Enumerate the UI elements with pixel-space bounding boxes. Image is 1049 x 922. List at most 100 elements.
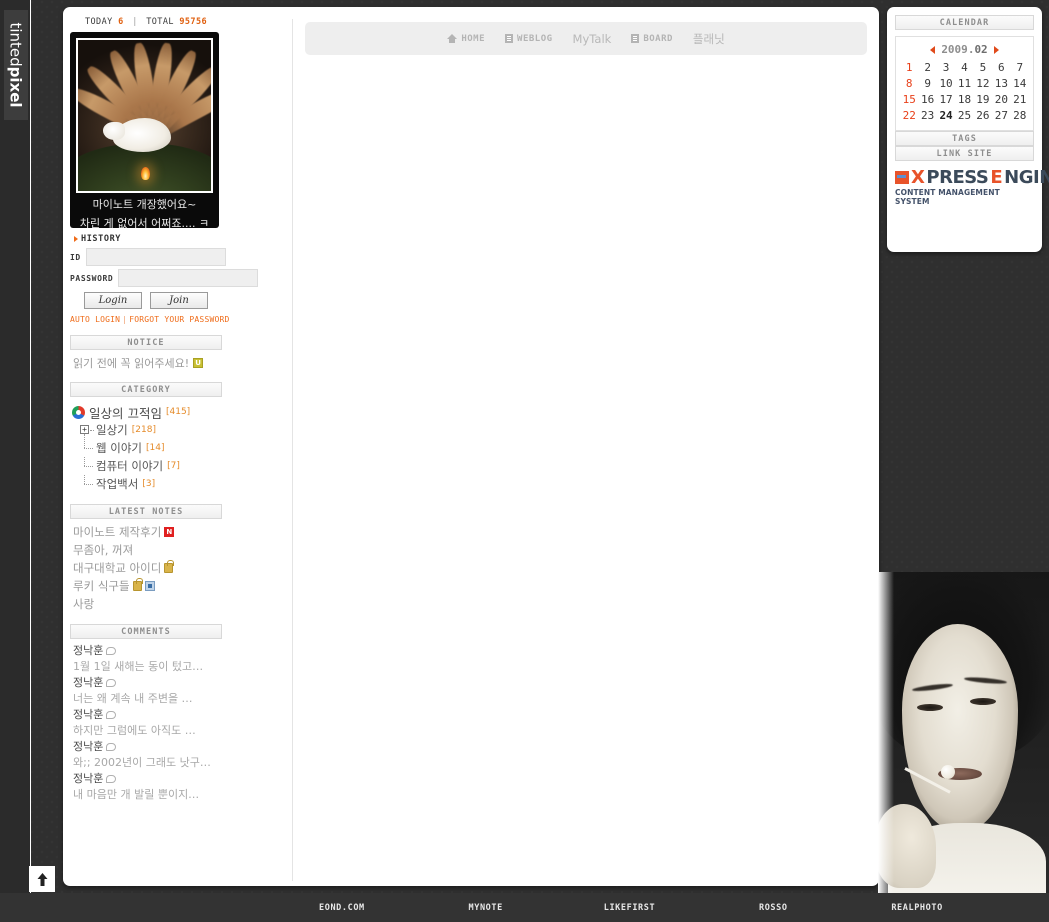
- nav-item-board[interactable]: BOARD: [631, 34, 673, 44]
- new-badge-icon: N: [164, 527, 175, 537]
- nav-item-weblog[interactable]: WEBLOG: [505, 34, 553, 44]
- bottom-nav-item-likefirst[interactable]: LIKEFIRST: [558, 903, 702, 913]
- xe-press: PRESS: [926, 167, 989, 188]
- nav-item-weblog-label: WEBLOG: [517, 33, 553, 44]
- category-item-1[interactable]: 웹 이야기 [14]: [72, 439, 222, 457]
- total-label: TOTAL: [146, 17, 174, 27]
- calendar-day[interactable]: 16: [918, 93, 936, 106]
- category-item-2-count: [7]: [167, 461, 180, 471]
- nav-item-home[interactable]: HOME: [447, 34, 485, 44]
- calendar-day[interactable]: 23: [918, 109, 936, 122]
- password-input[interactable]: [118, 269, 259, 287]
- next-month-arrow-icon[interactable]: [993, 45, 999, 54]
- prev-month-arrow-icon[interactable]: [930, 45, 936, 54]
- profile-banner[interactable]: 마이노트 개장했어요~ 차린 게 없어서 어쩌죠.... ㅋ: [70, 32, 219, 228]
- auto-login-link[interactable]: AUTO LOGIN: [70, 315, 120, 324]
- calendar-day[interactable]: 20: [992, 93, 1010, 106]
- comment-entry[interactable]: 정낙훈 너는 왜 계속 내 주변을 …: [73, 675, 222, 707]
- calendar-day[interactable]: 10: [937, 77, 955, 90]
- calendar-day[interactable]: 6: [992, 61, 1010, 74]
- expand-toggle-icon[interactable]: +: [80, 425, 89, 434]
- calendar-day[interactable]: 4: [955, 61, 973, 74]
- content-area: HOME WEBLOG MyTalk BOARD 플래닛: [293, 7, 879, 886]
- bottom-nav-item-realphoto[interactable]: REALPHOTO: [845, 903, 989, 913]
- xe-e: E: [990, 167, 1003, 188]
- document-icon: [505, 34, 514, 43]
- nav-item-planet[interactable]: 플래닛: [693, 31, 725, 47]
- list-item[interactable]: 마이노트 제작후기 N: [73, 523, 222, 541]
- forgot-password-link[interactable]: FORGOT YOUR PASSWORD: [129, 315, 229, 324]
- calendar-day[interactable]: 8: [900, 77, 918, 90]
- list-item[interactable]: 루키 식구들: [73, 577, 222, 595]
- comment-entry[interactable]: 정낙훈 내 마음만 개 발릴 뿐이지…: [73, 771, 222, 803]
- comment-bubble-icon: [106, 647, 117, 655]
- category-header: CATEGORY: [70, 382, 222, 397]
- join-button[interactable]: Join: [150, 292, 208, 309]
- category-tree: 일상의 끄적임 [415] + 일상기 [218] 웹 이야기 [14] 컴퓨터…: [70, 397, 222, 493]
- calendar-month: 02: [974, 43, 988, 56]
- category-item-3[interactable]: 작업백서 [3]: [72, 475, 222, 493]
- category-item-1-label: 웹 이야기: [96, 441, 142, 455]
- tree-branch-icon: [80, 439, 96, 457]
- login-button[interactable]: Login: [84, 292, 142, 309]
- link-site-header: LINK SITE: [895, 146, 1034, 161]
- category-item-0[interactable]: + 일상기 [218]: [72, 421, 222, 444]
- calendar-day[interactable]: 17: [937, 93, 955, 106]
- xe-mark-icon: [895, 171, 909, 184]
- calendar-day[interactable]: 28: [1011, 109, 1029, 122]
- bottom-navigation: EOND.COM MYNOTE LIKEFIRST ROSSO REALPHOT…: [0, 893, 1049, 922]
- calendar-day[interactable]: 27: [992, 109, 1010, 122]
- list-item[interactable]: 대구대학교 아이디: [73, 559, 222, 577]
- calendar-day-today[interactable]: 24: [937, 109, 955, 122]
- note-title: 사랑: [73, 597, 95, 611]
- calendar-day[interactable]: 19: [974, 93, 992, 106]
- category-item-1-count: [14]: [145, 443, 165, 453]
- calendar-day[interactable]: 12: [974, 77, 992, 90]
- bottom-nav-item-mynote[interactable]: MYNOTE: [414, 903, 558, 913]
- site-logo[interactable]: tintedpixel: [4, 10, 28, 120]
- list-item[interactable]: 무좀아, 꺼져: [73, 541, 222, 559]
- visitor-counter: TODAY 6 | TOTAL 95756: [70, 13, 222, 32]
- calendar-year: 2009: [941, 43, 968, 56]
- notice-item[interactable]: 읽기 전에 꼭 읽어주세요! U: [70, 350, 222, 371]
- calendar-day[interactable]: 5: [974, 61, 992, 74]
- calendar-day[interactable]: 26: [974, 109, 992, 122]
- calendar-grid: 1 2 3 4 5 6 7 8 9 10 11 12 13 14 15 16 1…: [900, 61, 1029, 122]
- calendar-day[interactable]: 7: [1011, 61, 1029, 74]
- calendar-day[interactable]: 13: [992, 77, 1010, 90]
- calendar-day[interactable]: 11: [955, 77, 973, 90]
- xpressengine-logo[interactable]: XPRESS ENGINE CONTENT MANAGEMENT SYSTEM: [895, 167, 1049, 206]
- calendar-day[interactable]: 1: [900, 61, 918, 74]
- comment-entry[interactable]: 정낙훈 와;; 2002년이 그래도 낫구…: [73, 739, 222, 771]
- comment-entry[interactable]: 정낙훈 하지만 그럼에도 아직도 …: [73, 707, 222, 739]
- banner-illustration: [76, 38, 213, 193]
- comment-author: 정낙훈: [73, 740, 104, 753]
- calendar-day[interactable]: 2: [918, 61, 936, 74]
- category-item-2[interactable]: 컴퓨터 이야기 [7]: [72, 457, 222, 475]
- calendar-day[interactable]: 14: [1011, 77, 1029, 90]
- history-link[interactable]: HISTORY: [70, 228, 222, 248]
- calendar-day[interactable]: 25: [955, 109, 973, 122]
- category-item-3-label: 작업백서: [96, 477, 139, 491]
- calendar-day[interactable]: 3: [937, 61, 955, 74]
- nav-item-board-label: BOARD: [643, 33, 673, 44]
- notice-badge-icon: U: [193, 358, 204, 368]
- page-root: tintedpixel TODAY 6 | TOTAL 95756 마이노트 개…: [0, 0, 1049, 922]
- calendar-day[interactable]: 18: [955, 93, 973, 106]
- calendar-day[interactable]: 21: [1011, 93, 1029, 106]
- calendar-day[interactable]: 22: [900, 109, 918, 122]
- help-divider: |: [122, 315, 128, 324]
- calendar-day[interactable]: 15: [900, 93, 918, 106]
- nav-item-mytalk[interactable]: MyTalk: [573, 32, 612, 46]
- list-item[interactable]: 사랑: [73, 595, 222, 613]
- bottom-nav-item-eond[interactable]: EOND.COM: [270, 903, 414, 913]
- id-label: ID: [70, 252, 81, 262]
- calendar-day[interactable]: 9: [918, 77, 936, 90]
- scroll-to-top-button[interactable]: [29, 866, 55, 892]
- calendar-month-label: 2009.02: [941, 43, 987, 56]
- today-count: 6: [118, 17, 124, 27]
- bottom-nav-item-rosso[interactable]: ROSSO: [701, 903, 845, 913]
- category-item-root[interactable]: 일상의 끄적임 [415]: [72, 403, 222, 421]
- id-input[interactable]: [85, 248, 226, 266]
- comment-entry[interactable]: 정낙훈 1월 1일 새해는 동이 텄고…: [73, 643, 222, 675]
